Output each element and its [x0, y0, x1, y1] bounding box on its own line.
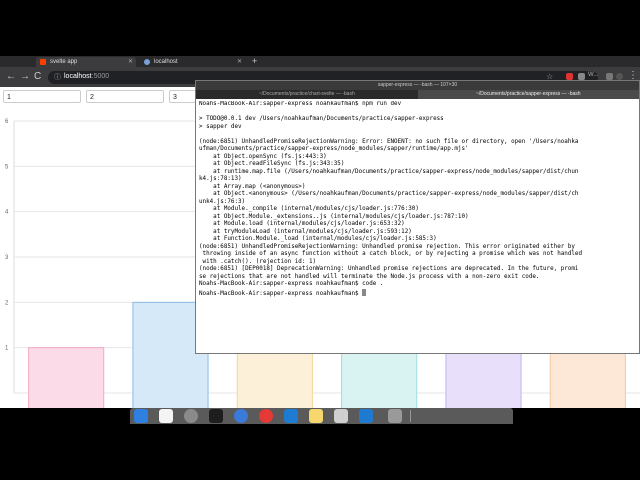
new-tab-button[interactable]: +: [252, 56, 257, 67]
chart-y-ticks: 6 5 4 3 2 1: [5, 119, 9, 352]
terminal-line: at tryModuleLoad (internal/modules/cjs/l…: [199, 228, 412, 235]
extension-icon[interactable]: [566, 73, 573, 80]
terminal-line: unk4.js:76:3): [199, 198, 246, 205]
back-button[interactable]: ←: [6, 71, 16, 83]
terminal-line: se rejections that are not handled will …: [199, 273, 540, 280]
terminal-line: > TODO@0.0.1 dev /Users/noahkaufman/Docu…: [199, 116, 444, 122]
calendar-icon[interactable]: [159, 409, 173, 423]
terminal-title-bar[interactable]: sapper-express — -bash — 107×30: [196, 81, 639, 96]
tab-localhost[interactable]: localhost ✕: [140, 57, 245, 67]
terminal-line: k4.js:78:13): [199, 176, 242, 182]
y-tick-label: 2: [5, 300, 9, 306]
forward-button[interactable]: →: [20, 71, 30, 83]
desktop: svelte app ✕ localhost ✕ + ← → C ⓘ local…: [0, 0, 640, 480]
xcode-icon[interactable]: [134, 409, 148, 423]
terminal-title: sapper-express — -bash — 107×30: [377, 82, 458, 88]
browser-tab-bar: svelte app ✕ localhost ✕ +: [0, 56, 640, 67]
vscode-icon[interactable]: [284, 409, 298, 423]
terminal-line: Noahs-MacBook-Air:sapper-express noahkau…: [199, 288, 637, 299]
top-bezel: [0, 0, 640, 56]
extension-icon[interactable]: [578, 73, 585, 80]
close-icon[interactable]: ✕: [237, 57, 242, 67]
terminal-line: with .catch(). (rejection id: 1): [199, 258, 317, 265]
chart-bar[interactable]: [236, 347, 313, 408]
close-icon[interactable]: ✕: [128, 57, 133, 67]
extension-icon[interactable]: [606, 73, 613, 80]
terminal-line: at Module.load (internal/modules/cjs/loa…: [199, 221, 405, 227]
dock-separator: [410, 410, 411, 422]
extension-label[interactable]: W...: [588, 72, 598, 78]
chrome-icon[interactable]: [259, 409, 273, 423]
svelte-icon: [40, 59, 46, 65]
chart-bar[interactable]: [341, 347, 418, 408]
profile-avatar[interactable]: [616, 73, 623, 80]
chart-bar[interactable]: [28, 347, 105, 408]
info-icon[interactable]: ⓘ: [54, 72, 61, 82]
y-tick-label: 1: [5, 346, 9, 352]
y-tick-label: 4: [5, 210, 9, 216]
terminal-line: Noahs-MacBook-Air:sapper-express noahkau…: [199, 281, 384, 287]
terminal-line: (node:6851) [DEP0018] DeprecationWarning…: [199, 266, 579, 272]
chart-bar[interactable]: [445, 347, 522, 408]
terminal-line: Noahs-MacBook-Air:sapper-express noahkau…: [199, 101, 402, 107]
globe-icon: [144, 59, 150, 65]
tab-label: svelte app: [50, 59, 78, 65]
terminal-line: at Module._compile (internal/modules/cjs…: [199, 206, 419, 212]
trash-icon[interactable]: [388, 409, 402, 423]
terminal-tabs: ~/Documents/practice/chart-svelte — -bas…: [196, 90, 639, 99]
terminal-cursor: [362, 288, 367, 296]
preview-icon[interactable]: [334, 409, 348, 423]
tab-svelte-app[interactable]: svelte app ✕: [36, 57, 136, 67]
reload-button[interactable]: C: [34, 71, 41, 83]
terminal-line: (node:6851) UnhandledPromiseRejectionWar…: [199, 243, 575, 250]
terminal-line: at Function.Module._load (internal/modul…: [199, 236, 437, 242]
terminal-line: (node:6851) UnhandledPromiseRejectionWar…: [199, 138, 579, 145]
y-tick-label: 3: [5, 255, 9, 261]
y-tick-label: 5: [5, 164, 9, 170]
notes-icon[interactable]: [309, 409, 323, 423]
terminal-line: throwing inside of an async function wit…: [199, 251, 583, 257]
terminal-output[interactable]: Noahs-MacBook-Air:sapper-express noahkau…: [199, 101, 637, 351]
terminal-line: at Object.openSync (fs.js:443:3): [199, 153, 327, 160]
terminal-line: at Object.Module._extensions..js (intern…: [199, 213, 469, 220]
y-tick-label: 6: [5, 119, 9, 125]
terminal-line: at runtime.map.file (/Users/noahkaufman/…: [199, 168, 579, 175]
terminal-line: at Array.map (<anonymous>): [199, 183, 306, 190]
terminal-window[interactable]: sapper-express — -bash — 107×30 ~/Docume…: [195, 80, 640, 354]
terminal-line: at Object.<anonymous> (/Users/noahkaufma…: [199, 191, 579, 197]
terminal-icon[interactable]: [209, 409, 223, 423]
terminal-tab-chart-svelte[interactable]: ~/Documents/practice/chart-svelte — -bas…: [196, 90, 418, 99]
terminal-line: ufman/Documents/practice/sapper-express/…: [199, 146, 469, 152]
terminal-line: > sapper dev: [199, 123, 242, 130]
vlc-icon[interactable]: [234, 409, 248, 423]
dock: [130, 408, 513, 424]
system-preferences-icon[interactable]: [184, 409, 198, 423]
terminal-tab-sapper-express[interactable]: ~/Documents/practice/sapper-express — -b…: [417, 90, 639, 99]
vscode-insiders-icon[interactable]: [359, 409, 373, 423]
chart-bar[interactable]: [549, 347, 626, 408]
terminal-line: at Object.readFileSync (fs.js:343:35): [199, 161, 345, 167]
url-text: localhost:5000: [64, 73, 110, 80]
tab-label: localhost: [154, 59, 178, 65]
